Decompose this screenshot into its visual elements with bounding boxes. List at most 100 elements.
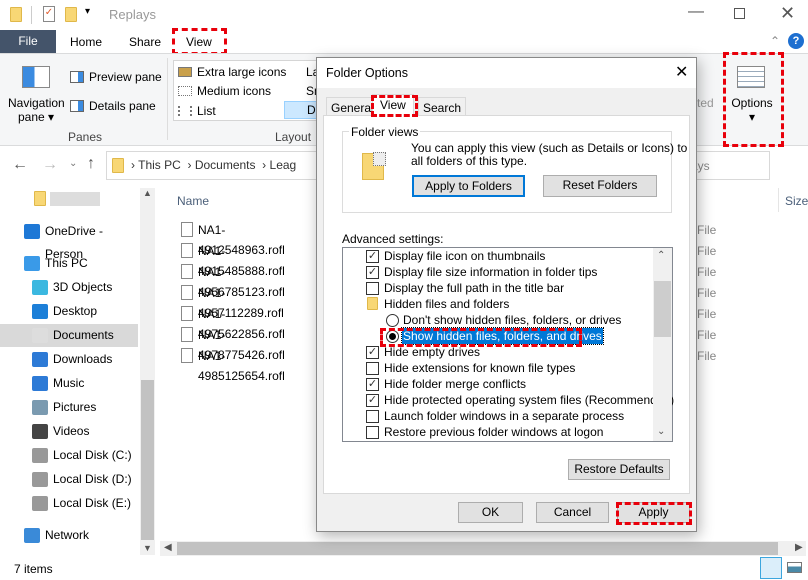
setting-group-label: Hidden files and folders	[384, 297, 510, 311]
breadcrumb: › This PC › Documents › Leag	[131, 158, 297, 172]
scroll-down-icon[interactable]: ⌄	[657, 426, 665, 437]
minimize-button[interactable]: —	[688, 3, 704, 21]
reset-folders-button[interactable]: Reset Folders	[543, 175, 657, 197]
column-header-name[interactable]: Name	[177, 194, 209, 208]
nav-item[interactable]: Videos	[0, 420, 138, 443]
nav-item-label: Local Disk (D:)	[53, 472, 132, 486]
checkbox[interactable]	[366, 282, 379, 295]
checkbox[interactable]: ✓	[366, 266, 379, 279]
dialog-close-button[interactable]: ✕	[675, 62, 688, 82]
scroll-up-icon[interactable]: ⌃	[657, 250, 665, 261]
properties-icon[interactable]: ✓	[43, 6, 55, 22]
checkbox[interactable]: ✓	[366, 378, 379, 391]
extra-large-icon	[178, 67, 192, 77]
dialog-tab-view[interactable]: View	[372, 94, 414, 116]
details-pane-button[interactable]: Details pane	[89, 99, 156, 113]
dialog-tab-search[interactable]: Search	[418, 97, 467, 116]
checkbox[interactable]: ✓	[366, 346, 379, 359]
file-type: File	[697, 328, 717, 342]
scroll-left-icon[interactable]: ◀	[164, 542, 172, 553]
restore-defaults-button[interactable]: Restore Defaults	[568, 459, 670, 480]
list-option[interactable]: List	[197, 104, 216, 118]
file-icon	[181, 285, 193, 300]
setting-label[interactable]: Show hidden files, folders, and drives	[401, 327, 604, 345]
setting-label[interactable]: Display file size information in folder …	[384, 265, 597, 279]
panes-group-label: Panes	[68, 130, 103, 144]
checkbox[interactable]: ✓	[366, 394, 379, 407]
music-icon	[32, 376, 48, 391]
checkbox[interactable]	[366, 362, 379, 375]
ok-button[interactable]: OK	[458, 502, 523, 523]
setting-label[interactable]: Restore previous folder windows at logon	[384, 425, 603, 439]
column-header-size[interactable]: Size	[785, 194, 808, 208]
help-icon[interactable]: ?	[788, 33, 804, 49]
setting-label[interactable]: Display the full path in the title bar	[384, 281, 564, 295]
radio-button[interactable]	[386, 330, 399, 343]
extra-large-icons-option[interactable]: Extra large icons	[197, 65, 286, 79]
documents-icon	[32, 328, 48, 343]
setting-label[interactable]: Display file icon on thumbnails	[384, 249, 545, 263]
nav-item[interactable]: Downloads	[0, 348, 138, 371]
horizontal-scrollbar-thumb[interactable]	[177, 542, 778, 555]
nav-item[interactable]: Local Disk (C:)	[0, 444, 138, 467]
nav-item[interactable]: Music	[0, 372, 138, 395]
tab-home[interactable]: Home	[70, 35, 102, 49]
nav-item[interactable]: Local Disk (D:)	[0, 468, 138, 491]
advanced-settings-label: Advanced settings:	[342, 232, 444, 246]
nav-item[interactable]: Network	[0, 524, 138, 547]
settings-scrollbar[interactable]	[653, 248, 672, 441]
nav-item[interactable]: Local Disk (E:)	[0, 492, 138, 515]
nav-item[interactable]: 3D Objects	[0, 276, 138, 299]
scroll-right-icon[interactable]: ▶	[795, 542, 803, 553]
nav-item[interactable]: Documents	[0, 324, 138, 347]
setting-label[interactable]: Hide empty drives	[384, 345, 480, 359]
scroll-up-icon[interactable]: ▲	[143, 188, 152, 198]
large-icons-view-button[interactable]	[787, 562, 802, 573]
nav-item-label: Pictures	[53, 400, 97, 414]
details-view-button[interactable]	[760, 557, 782, 579]
setting-label[interactable]: Hide folder merge conflicts	[384, 377, 526, 391]
setting-label[interactable]: Hide protected operating system files (R…	[384, 393, 674, 407]
cancel-button[interactable]: Cancel	[536, 502, 609, 523]
crumb-this-pc[interactable]: This PC	[138, 158, 181, 172]
settings-scrollbar-thumb[interactable]	[654, 281, 671, 337]
nav-item-label: Videos	[53, 424, 90, 438]
nav-scrollbar-thumb[interactable]	[141, 380, 154, 540]
options-button[interactable]: Options ▾	[729, 96, 775, 124]
nav-item-label: Network	[45, 528, 90, 542]
back-button[interactable]: ←	[12, 156, 28, 174]
checkbox[interactable]: ✓	[366, 250, 379, 263]
radio-button[interactable]	[386, 314, 399, 327]
nav-item[interactable]: Desktop	[0, 300, 138, 323]
nav-item[interactable]: This PC	[0, 252, 138, 275]
checkbox[interactable]	[366, 426, 379, 439]
navigation-pane-button[interactable]: Navigation pane ▾	[8, 96, 65, 124]
checkbox[interactable]	[366, 410, 379, 423]
selected-items-fragment[interactable]: ted	[697, 96, 714, 110]
dialog-tab-general[interactable]: General	[326, 97, 379, 116]
medium-icons-option[interactable]: Medium icons	[197, 84, 271, 98]
maximize-button[interactable]	[734, 8, 745, 19]
scroll-down-icon[interactable]: ▼	[143, 543, 152, 553]
setting-label[interactable]: Hide extensions for known file types	[384, 361, 575, 375]
nav-item[interactable]: OneDrive - Person	[0, 220, 138, 261]
recent-locations-button[interactable]: ⌄	[69, 158, 77, 169]
navigation-pane-icon[interactable]	[22, 66, 50, 88]
tab-file[interactable]: File	[0, 30, 56, 53]
crumb-documents[interactable]: Documents	[195, 158, 256, 172]
up-button[interactable]: ↑	[87, 155, 95, 173]
close-button[interactable]: ✕	[780, 3, 795, 24]
customize-qat-icon[interactable]: ▾	[85, 6, 90, 17]
minimize-ribbon-icon[interactable]: ⌃	[770, 34, 780, 48]
apply-button[interactable]: Apply	[617, 502, 690, 523]
setting-label[interactable]: Don't show hidden files, folders, or dri…	[402, 312, 622, 328]
setting-label[interactable]: Launch folder windows in a separate proc…	[384, 409, 624, 423]
apply-to-folders-button[interactable]: Apply to Folders	[412, 175, 525, 197]
new-folder-icon[interactable]	[65, 7, 77, 22]
forward-button[interactable]: →	[42, 156, 58, 174]
preview-pane-button[interactable]: Preview pane	[89, 70, 162, 84]
nav-item[interactable]: Pictures	[0, 396, 138, 419]
tab-view[interactable]: View	[186, 35, 212, 49]
crumb-league[interactable]: Leag	[270, 158, 297, 172]
tab-share[interactable]: Share	[129, 35, 161, 49]
